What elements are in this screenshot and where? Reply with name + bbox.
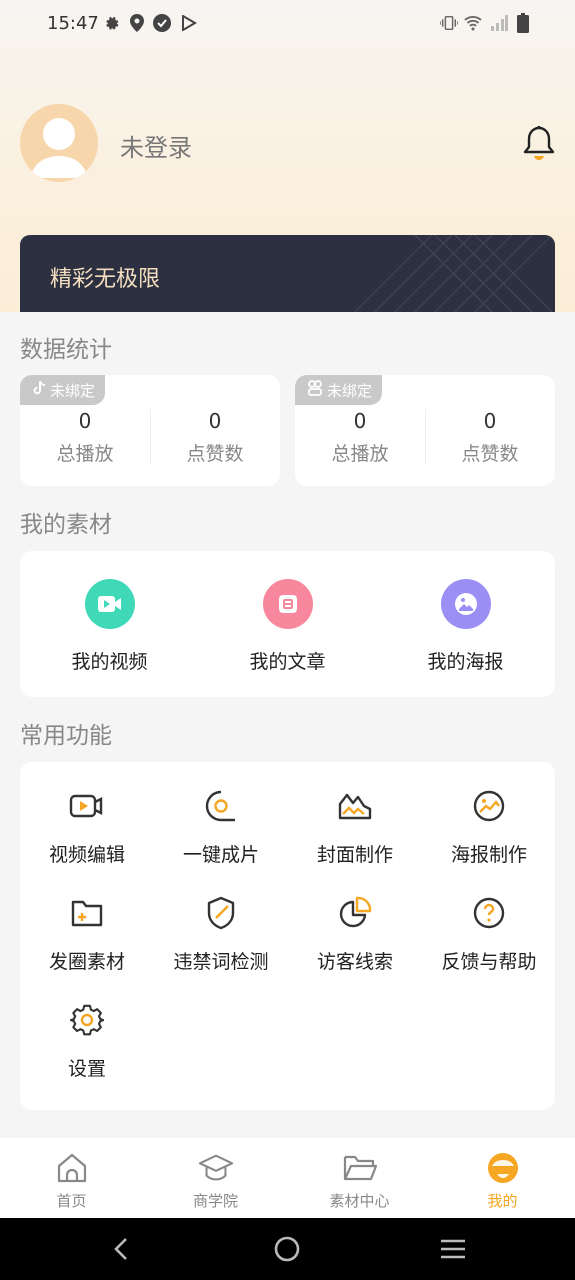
wifi-icon: [464, 14, 482, 32]
home-icon: [54, 1150, 90, 1186]
common-functions-card: 视频编辑 一键成片 封面制作 海报制作 发圈素材 违禁词检测 访客线索 反馈与帮…: [20, 762, 555, 1110]
tab-material-center[interactable]: 素材中心: [288, 1138, 431, 1218]
banned-words-check-button[interactable]: 违禁词检测: [154, 895, 288, 974]
profile-section[interactable]: 未登录: [0, 100, 575, 190]
poster-make-button[interactable]: 海报制作: [422, 788, 556, 867]
system-navigation-bar: [0, 1218, 575, 1280]
tab-me[interactable]: 我的: [431, 1138, 574, 1218]
tab-home[interactable]: 首页: [0, 1138, 143, 1218]
cover-make-button[interactable]: 封面制作: [288, 788, 422, 867]
battery-icon: [514, 13, 532, 33]
one-click-film-icon: [203, 788, 239, 824]
feedback-help-button[interactable]: 反馈与帮助: [422, 895, 556, 974]
video-edit-button[interactable]: 视频编辑: [20, 788, 154, 867]
video-edit-icon: [69, 788, 105, 824]
article-icon: [262, 579, 313, 629]
login-status[interactable]: 未登录: [120, 128, 192, 163]
back-icon[interactable]: [106, 1234, 136, 1264]
moments-material-button[interactable]: 发圈素材: [20, 895, 154, 974]
my-materials-card: 我的视频 我的文章 我的海报: [20, 551, 555, 697]
my-materials-title: 我的素材: [20, 512, 112, 538]
bind-status-badge[interactable]: 未绑定: [295, 375, 383, 405]
poster-make-icon: [471, 788, 507, 824]
common-functions-title: 常用功能: [20, 723, 112, 749]
help-icon: [471, 895, 507, 931]
bottom-tab-bar: 首页 商学院 素材中心 我的: [0, 1138, 575, 1218]
settings-button[interactable]: 设置: [20, 1002, 154, 1081]
total-likes: 0 点赞数: [461, 409, 519, 465]
bind-status-badge[interactable]: 未绑定: [20, 375, 106, 405]
pie-chart-icon: [337, 895, 373, 931]
stat-card-tiktok[interactable]: 未绑定 0 总播放 0 点赞数: [20, 375, 280, 486]
visitor-leads-button[interactable]: 访客线索: [288, 895, 422, 974]
tiktok-icon: [32, 380, 46, 400]
menu-icon[interactable]: [438, 1234, 468, 1264]
my-articles-button[interactable]: 我的文章: [198, 579, 377, 674]
total-plays: 0 总播放: [331, 409, 389, 465]
total-plays: 0 总播放: [56, 409, 114, 465]
check-circle-icon: [153, 14, 171, 32]
gear-icon: [69, 1002, 105, 1038]
promo-banner[interactable]: 精彩无极限: [20, 235, 555, 312]
signal-icon: [490, 14, 508, 32]
stat-card-kuaishou[interactable]: 未绑定 0 总播放 0 点赞数: [295, 375, 555, 486]
status-time: 15:47: [47, 13, 99, 34]
me-face-icon: [485, 1150, 521, 1186]
my-videos-button[interactable]: 我的视频: [20, 579, 199, 674]
user-avatar-icon[interactable]: [20, 104, 98, 182]
banner-decoration: [355, 235, 553, 312]
vibrate-icon: [440, 14, 458, 32]
my-posters-button[interactable]: 我的海报: [376, 579, 555, 674]
kuaishou-icon: [307, 380, 323, 400]
one-click-film-button[interactable]: 一键成片: [154, 788, 288, 867]
folder-icon: [342, 1150, 378, 1186]
banner-text: 精彩无极限: [50, 267, 161, 292]
video-icon: [84, 579, 135, 629]
status-bar: 15:47: [0, 0, 575, 48]
bell-icon[interactable]: [522, 125, 556, 161]
poster-icon: [440, 579, 491, 629]
location-icon: [128, 14, 146, 32]
total-likes: 0 点赞数: [186, 409, 244, 465]
graduation-cap-icon: [198, 1150, 234, 1186]
home-circle-icon[interactable]: [272, 1234, 302, 1264]
play-store-icon: [180, 14, 198, 32]
moments-folder-icon: [69, 895, 105, 931]
data-stats-title: 数据统计: [20, 337, 112, 363]
shield-check-icon: [203, 895, 239, 931]
tab-business-school[interactable]: 商学院: [144, 1138, 287, 1218]
gear-icon: [102, 14, 120, 32]
cover-make-icon: [337, 788, 373, 824]
